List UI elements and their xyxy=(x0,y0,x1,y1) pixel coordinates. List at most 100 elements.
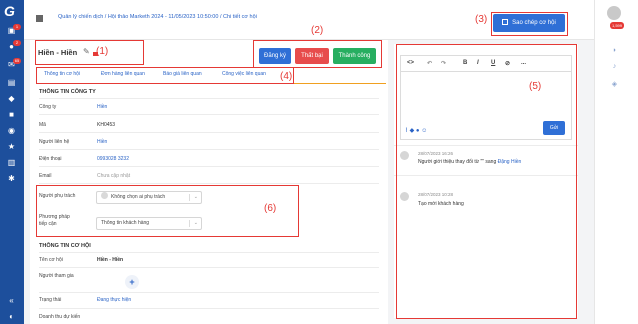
page-title: Hiền - Hiền xyxy=(38,48,78,57)
email-value: Chưa cập nhật xyxy=(97,173,131,179)
chevron-down-icon: ⌄ xyxy=(193,194,198,200)
app-logo[interactable]: G xyxy=(4,3,20,19)
divider xyxy=(189,220,190,227)
star-icon[interactable]: ★ xyxy=(6,142,17,151)
add-participant-button[interactable]: + xyxy=(125,275,139,289)
send-button[interactable]: Gửi xyxy=(543,121,565,135)
status-value[interactable]: Đang thực hiện xyxy=(97,297,131,303)
chart-icon[interactable]: ▥ xyxy=(6,158,17,167)
comment-editor[interactable]: <> ↶ ↷ B I U ⊘ ... ⌇ ◆ ● ☺ Gửi xyxy=(400,55,572,140)
group-icon[interactable]: ◉ xyxy=(6,126,17,135)
undo-icon[interactable]: ↶ xyxy=(427,60,432,67)
tag-icon[interactable]: ◆ xyxy=(410,128,415,134)
sidebar-badge: 1 xyxy=(13,24,21,30)
activity-text: Tạo mới khách hàng xyxy=(418,201,464,207)
sidebar-badge: 65 xyxy=(13,58,21,64)
italic-icon[interactable]: I xyxy=(477,60,479,66)
opportunity-name: Hiền - Hiền xyxy=(97,257,124,263)
phone-link[interactable]: 0993028 3232 xyxy=(97,156,129,162)
tab-bar: Thông tin cơ hội Đơn hàng liên quan Báo … xyxy=(38,68,386,84)
register-button[interactable]: Đăng ký xyxy=(259,48,291,64)
clear-format-icon[interactable]: ⊘ xyxy=(505,60,510,67)
emoji-icon[interactable]: ☺ xyxy=(421,128,427,134)
clone-button-label: Sao chép cơ hội xyxy=(512,20,556,26)
code-view-icon[interactable]: <> xyxy=(407,60,414,66)
field-label: Người tham gia xyxy=(39,273,74,279)
collapse-icon[interactable]: « xyxy=(6,296,17,305)
breadcrumb[interactable]: Quản lý chiến dịch / Hội thảo Marketh 20… xyxy=(58,14,257,20)
field-label: Điện thoại xyxy=(39,156,62,162)
tab-related-tasks[interactable]: Công việc liên quan xyxy=(222,71,266,77)
notification-count-badge: 1,599 xyxy=(610,22,625,29)
divider xyxy=(394,175,578,176)
home-icon[interactable] xyxy=(36,15,43,22)
clone-opportunity-button[interactable]: Sao chép cơ hội xyxy=(493,14,565,32)
activity-text: Người giới thiệu thay đổi từ "" sang Đặn… xyxy=(418,159,521,165)
divider xyxy=(39,149,379,150)
divider xyxy=(39,132,379,133)
user-menu-icon[interactable]: ◐ xyxy=(6,312,17,321)
edit-icon[interactable]: ✎ xyxy=(83,47,90,56)
tab-related-orders[interactable]: Đơn hàng liên quan xyxy=(101,71,145,77)
contact-link[interactable]: Hiền xyxy=(97,139,107,145)
top-header: Quản lý chiến dịch / Hội thảo Marketh 20… xyxy=(24,0,594,40)
opportunity-section-heading: THÔNG TIN CƠ HỘI xyxy=(39,243,91,249)
tag-icon[interactable]: ◈ xyxy=(610,80,619,89)
success-button[interactable]: Thành công xyxy=(333,48,376,64)
paperclip-icon[interactable]: ⌇ xyxy=(405,128,408,134)
divider xyxy=(39,114,379,115)
underline-icon[interactable]: U xyxy=(491,60,495,66)
editor-toolbar: <> ↶ ↷ B I U ⊘ ... xyxy=(401,56,571,72)
divider xyxy=(394,145,578,146)
tab-related-quotes[interactable]: Báo giá liên quan xyxy=(163,71,202,77)
location-icon[interactable]: ● xyxy=(416,128,420,134)
annotation-label-1: (1) xyxy=(96,46,109,57)
avatar xyxy=(101,192,108,199)
divider xyxy=(189,194,190,201)
divider xyxy=(39,292,379,293)
fail-button[interactable]: Thất bại xyxy=(295,48,329,64)
avatar xyxy=(400,151,409,160)
annotation-label-2: (2) xyxy=(311,25,324,36)
approach-method-select[interactable]: Thông tin khách hàng ⌄ xyxy=(96,217,202,230)
owner-select[interactable]: Không chọn ai phụ trách ⌄ xyxy=(96,191,202,204)
redo-icon[interactable]: ↷ xyxy=(441,60,446,67)
company-section-heading: THÔNG TIN CÔNG TY xyxy=(39,89,96,95)
field-label: Trạng thái xyxy=(39,297,62,303)
chat-icon[interactable]: ◗ xyxy=(610,46,619,55)
divider xyxy=(39,166,379,167)
field-label: Tên cơ hội xyxy=(39,257,63,263)
annotation-label-6: (6) xyxy=(264,203,277,214)
copy-icon xyxy=(502,19,509,25)
attachment-icons: ⌇ ◆ ● ☺ xyxy=(405,127,427,134)
box-icon[interactable]: ■ xyxy=(6,110,17,119)
divider xyxy=(39,98,379,99)
activity-time: 28/07/2023 16:26 xyxy=(418,151,454,156)
contacts-icon[interactable]: ▤ xyxy=(6,78,17,87)
company-link[interactable]: Hiền xyxy=(97,104,107,110)
bell-icon[interactable]: ♪ xyxy=(610,62,619,71)
divider xyxy=(39,267,379,268)
avatar[interactable] xyxy=(607,6,621,20)
cart-icon[interactable]: ◆ xyxy=(6,94,17,103)
sidebar-badge: 2 xyxy=(13,40,21,46)
activity-user-link[interactable]: Đặng Hiền xyxy=(498,159,522,165)
method-label-line2: tiếp cận xyxy=(39,221,57,227)
app-page: G ▣ 1 ● 2 ✉ 65 ▤ ◆ ■ ◉ ★ ▥ ✱ « ◐ Quản lý… xyxy=(0,0,638,324)
chevron-down-icon: ⌄ xyxy=(193,220,198,226)
annotation-label-3: (3) xyxy=(475,14,488,25)
field-label: Email xyxy=(39,173,52,179)
bold-icon[interactable]: B xyxy=(463,60,467,66)
more-icon[interactable]: ... xyxy=(521,60,526,66)
left-sidebar: G ▣ 1 ● 2 ✉ 65 ▤ ◆ ■ ◉ ★ ▥ ✱ « ◐ xyxy=(0,0,24,324)
gear-icon[interactable]: ✱ xyxy=(6,174,17,183)
owner-label: Người phụ trách xyxy=(39,193,76,199)
opportunity-detail-card: Hiền - Hiền ✎ Đăng ký Thất bại Thành côn… xyxy=(30,40,388,324)
method-select-value: Thông tin khách hàng xyxy=(101,220,150,226)
avatar xyxy=(400,192,409,201)
field-label: Doanh thu dự kiến xyxy=(39,314,81,320)
activity-message: Người giới thiệu thay đổi từ "" sang xyxy=(418,159,498,165)
tab-opportunity-info[interactable]: Thông tin cơ hội xyxy=(44,71,80,77)
divider xyxy=(39,183,379,184)
annotation-label-5: (5) xyxy=(529,81,542,92)
